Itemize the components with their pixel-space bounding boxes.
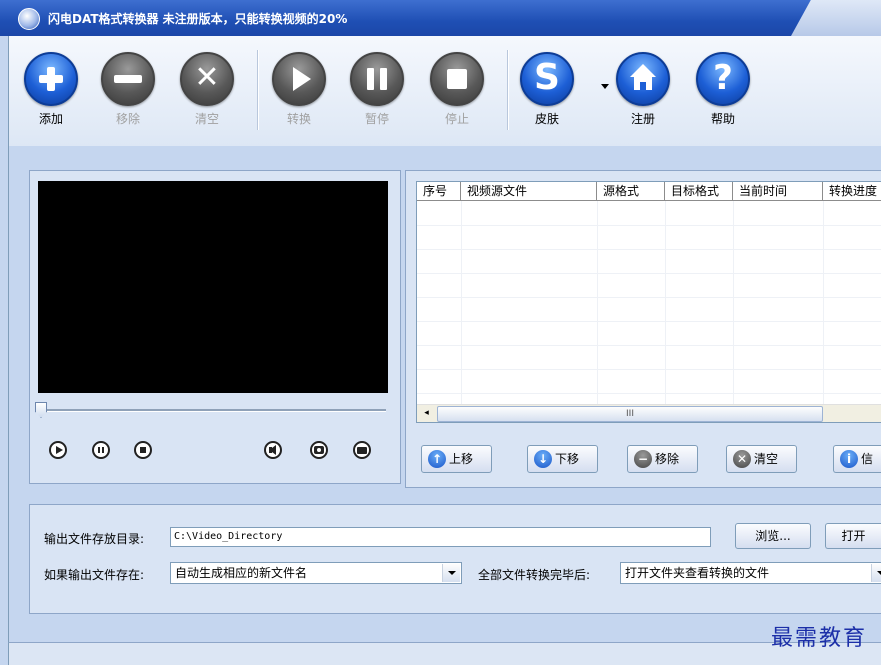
player-play-icon[interactable]	[49, 441, 67, 459]
home-icon	[616, 52, 670, 106]
minus-icon	[101, 52, 155, 106]
video-preview	[38, 181, 388, 393]
col-target-format[interactable]: 目标格式	[665, 182, 733, 200]
volume-icon[interactable]	[264, 441, 282, 459]
list-remove-button[interactable]: − 移除	[627, 445, 698, 473]
register-button[interactable]: 注册	[611, 52, 675, 127]
col-source-format[interactable]: 源格式	[597, 182, 665, 200]
stop-icon	[430, 52, 484, 106]
move-up-label: 上移	[449, 452, 474, 466]
col-current-time[interactable]: 当前时间	[733, 182, 823, 200]
col-progress[interactable]: 转换进度	[823, 182, 881, 200]
open-button[interactable]: 打开	[825, 523, 881, 549]
toolbar-separator	[257, 50, 259, 130]
pause-label: 暂停	[364, 112, 389, 126]
output-settings-panel	[29, 504, 881, 614]
play-icon	[272, 52, 326, 106]
skin-dropdown-arrow-icon[interactable]	[601, 84, 609, 89]
list-header: 序号 视频源文件 源格式 目标格式 当前时间 转换进度	[417, 182, 881, 201]
if-exists-value: 自动生成相应的新文件名	[175, 566, 308, 580]
horizontal-scrollbar[interactable]: ◂ III	[417, 404, 881, 422]
clear-button[interactable]: ✕ 清空	[175, 52, 239, 127]
convert-label: 转换	[286, 112, 311, 126]
list-remove-label: 移除	[655, 452, 680, 466]
clear-label: 清空	[194, 112, 219, 126]
info-icon: i	[840, 449, 858, 468]
add-label: 添加	[38, 112, 63, 126]
skin-label: 皮肤	[534, 112, 559, 126]
info-label: 信	[861, 452, 874, 466]
remove-label: 移除	[115, 112, 140, 126]
seek-track[interactable]	[40, 409, 386, 412]
arrow-up-icon: ↑	[428, 449, 446, 468]
toolbar: 添加 移除 ✕ 清空 转换 暂停 停止 S 皮肤 注册 ? 帮助	[8, 36, 881, 146]
player-pause-icon[interactable]	[92, 441, 110, 459]
if-exists-label: 如果输出文件存在:	[44, 568, 145, 582]
convert-button[interactable]: 转换	[267, 52, 331, 127]
skin-s-icon: S	[520, 52, 574, 106]
close-icon: ✕	[733, 449, 751, 468]
minus-icon: −	[634, 449, 652, 468]
after-convert-label: 全部文件转换完毕后:	[478, 568, 591, 582]
close-icon: ✕	[180, 52, 234, 106]
window-title: 闪电DAT格式转换器 未注册版本，只能转换视频的20%	[48, 12, 348, 26]
arrow-down-icon: ↓	[534, 449, 552, 468]
file-list[interactable]: 序号 视频源文件 源格式 目标格式 当前时间 转换进度 ◂ III	[416, 181, 881, 423]
status-bar	[8, 642, 881, 665]
list-clear-label: 清空	[754, 452, 779, 466]
move-up-button[interactable]: ↑ 上移	[421, 445, 492, 473]
stop-label: 停止	[444, 112, 469, 126]
browse-button[interactable]: 浏览...	[735, 523, 811, 549]
output-dir-label: 输出文件存放目录:	[44, 532, 145, 546]
stop-button[interactable]: 停止	[425, 52, 489, 127]
list-clear-button[interactable]: ✕ 清空	[726, 445, 797, 473]
col-index[interactable]: 序号	[417, 182, 461, 200]
remove-button[interactable]: 移除	[96, 52, 160, 127]
add-button[interactable]: 添加	[19, 52, 83, 127]
pause-icon	[350, 52, 404, 106]
chevron-down-icon[interactable]	[871, 564, 881, 582]
info-button[interactable]: i信	[833, 445, 881, 473]
player-stop-icon[interactable]	[134, 441, 152, 459]
folder-icon[interactable]	[353, 441, 371, 459]
question-icon: ?	[696, 52, 750, 106]
register-label: 注册	[630, 112, 655, 126]
if-exists-select[interactable]: 自动生成相应的新文件名	[170, 562, 462, 584]
watermark: 最需教育	[770, 626, 867, 651]
chevron-down-icon[interactable]	[442, 564, 460, 582]
move-down-label: 下移	[555, 452, 580, 466]
col-source-file[interactable]: 视频源文件	[461, 182, 597, 200]
help-button[interactable]: ? 帮助	[691, 52, 755, 127]
move-down-button[interactable]: ↓ 下移	[527, 445, 598, 473]
output-dir-input[interactable]: C:\Video_Directory	[170, 527, 711, 547]
after-convert-select[interactable]: 打开文件夹查看转换的文件	[620, 562, 881, 584]
scroll-left-arrow-icon[interactable]: ◂	[419, 407, 434, 420]
scroll-thumb[interactable]: III	[437, 406, 823, 422]
snapshot-icon[interactable]	[310, 441, 328, 459]
skin-button[interactable]: S 皮肤	[515, 52, 579, 127]
help-label: 帮助	[710, 112, 735, 126]
pause-button[interactable]: 暂停	[345, 52, 409, 127]
app-icon[interactable]	[18, 8, 40, 30]
plus-icon	[24, 52, 78, 106]
toolbar-separator	[507, 50, 509, 130]
after-convert-value: 打开文件夹查看转换的文件	[625, 566, 770, 580]
